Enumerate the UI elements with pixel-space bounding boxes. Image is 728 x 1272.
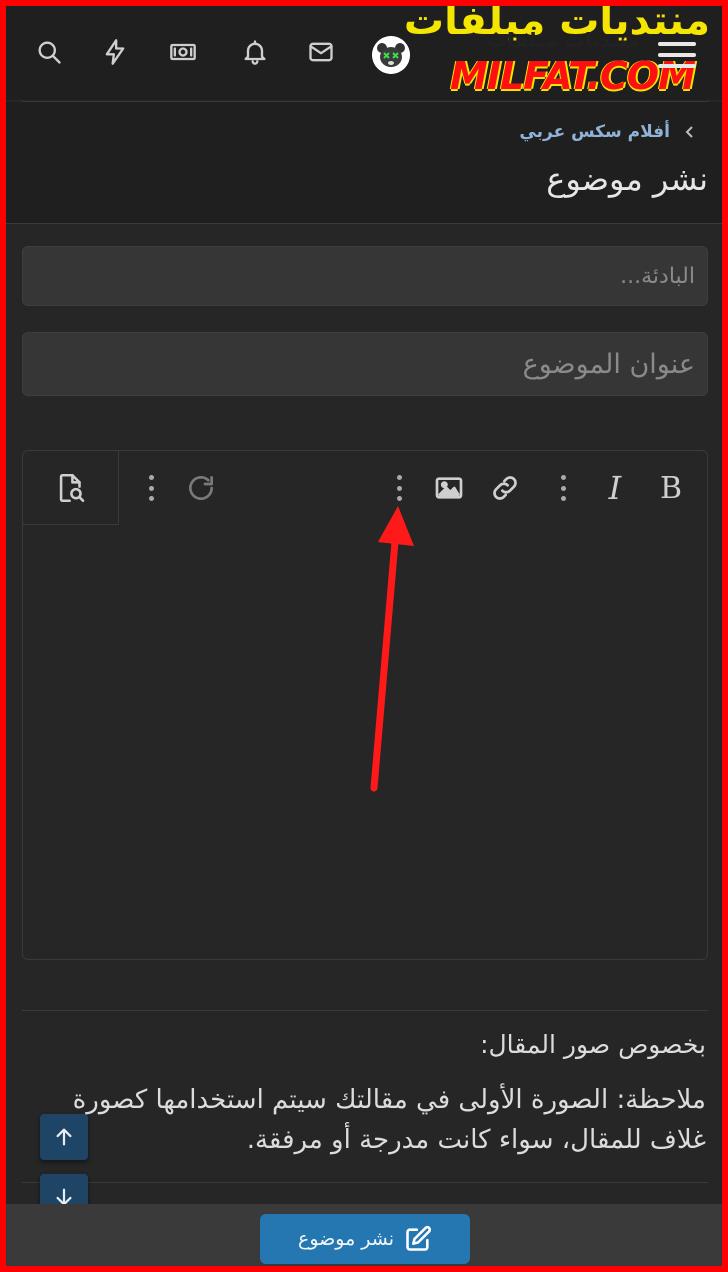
more-options-button[interactable] [141, 469, 161, 507]
prefix-input[interactable] [23, 263, 695, 289]
chevron-left-icon [680, 122, 700, 142]
italic-icon: I [608, 469, 622, 507]
preview-button[interactable] [23, 451, 119, 525]
italic-button[interactable]: I [595, 469, 635, 507]
bold-button[interactable]: B [651, 469, 691, 507]
more-insert-button[interactable] [389, 469, 409, 507]
preview-icon [59, 473, 84, 502]
search-icon[interactable] [32, 34, 66, 70]
rich-text-editor[interactable]: I B [22, 450, 708, 960]
link-icon [493, 476, 517, 500]
more-icon [558, 475, 568, 501]
editor-toolbar: I B [23, 451, 707, 525]
redo-button[interactable] [181, 469, 221, 507]
breadcrumb-link[interactable]: أفلام سكس عربي [519, 122, 670, 142]
submit-label: نشر موضوع [297, 1228, 395, 1250]
form-footer: نشر موضوع [6, 1204, 722, 1266]
bold-icon: B [659, 470, 683, 506]
top-navigation-bar: منتديات ميلفات منتديات ميلفات MILFAT.COM [6, 6, 722, 100]
page-header: أفلام سكس عربي نشر موضوع [6, 102, 722, 224]
editor-content-area[interactable] [23, 525, 707, 959]
money-icon[interactable] [166, 34, 200, 70]
arrow-up-icon [56, 1128, 72, 1146]
mail-icon[interactable] [304, 34, 338, 70]
more-icon [394, 475, 404, 501]
submit-thread-button[interactable]: نشر موضوع [260, 1214, 470, 1264]
page-title: نشر موضوع [546, 160, 708, 198]
bolt-icon[interactable] [98, 34, 132, 70]
screenshot-frame: منتديات ميلفات منتديات ميلفات MILFAT.COM… [0, 0, 728, 1272]
insert-link-button[interactable] [485, 469, 525, 507]
thread-title-input[interactable] [23, 348, 695, 380]
redo-icon [189, 476, 213, 500]
breadcrumb[interactable]: أفلام سكس عربي [519, 122, 700, 142]
divider [22, 1010, 708, 1011]
insert-image-button[interactable] [429, 469, 469, 507]
more-icon [146, 475, 156, 501]
more-format-button[interactable] [553, 469, 573, 507]
prefix-field[interactable] [22, 246, 708, 306]
note-heading: بخصوص صور المقال: [480, 1030, 706, 1059]
scroll-up-button[interactable] [40, 1114, 88, 1160]
thread-title-field[interactable] [22, 332, 708, 396]
hamburger-icon[interactable] [658, 42, 696, 72]
note-body: ملاحظة: الصورة الأولى في مقالتك سيتم است… [72, 1085, 706, 1155]
divider [22, 1182, 708, 1183]
image-icon [435, 477, 463, 499]
logo-arabic-subtext: منتديات ميلفات [486, 28, 640, 52]
edit-icon [406, 1225, 432, 1251]
bell-icon[interactable] [238, 34, 272, 70]
